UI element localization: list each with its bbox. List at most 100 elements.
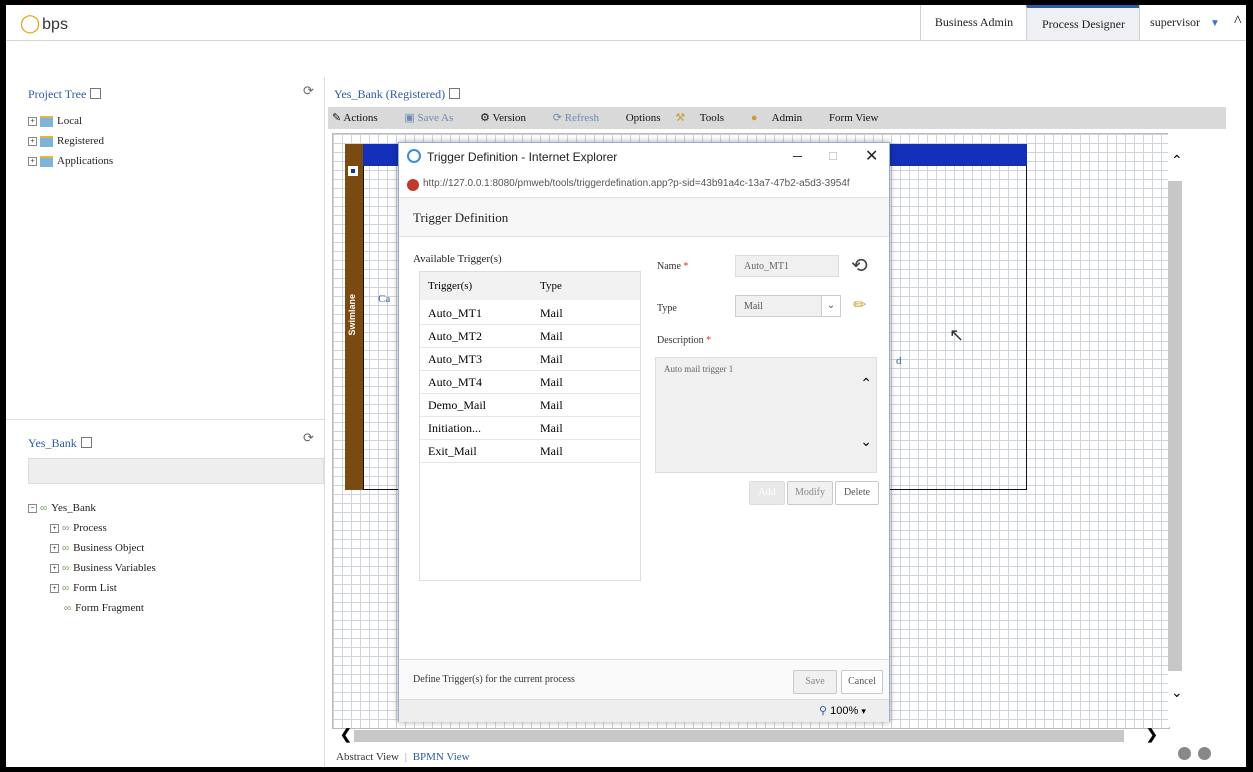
tab-process-designer[interactable]: Process Designer xyxy=(1026,5,1140,40)
close-icon[interactable]: ✕ xyxy=(865,146,878,166)
lane-toggle-icon[interactable] xyxy=(348,166,358,176)
tree-item-form-list[interactable]: + ∞ Form List xyxy=(50,578,156,598)
options-menu[interactable]: Options xyxy=(626,112,661,124)
tree-item-business-object[interactable]: + ∞ Business Object xyxy=(50,538,156,558)
type-select[interactable]: Mail ⌄ xyxy=(735,295,841,317)
expand-icon[interactable]: + xyxy=(50,523,59,533)
scroll-down-icon[interactable]: ⌄ xyxy=(1171,685,1183,702)
table-row[interactable]: Auto_MT3 Mail xyxy=(420,348,640,371)
tab-abstract-view[interactable]: Abstract View xyxy=(336,751,399,763)
refresh-button[interactable]: ⟳ Refresh xyxy=(553,112,611,124)
save-as-button[interactable]: ▣ Save As xyxy=(404,112,465,124)
tree-item-process[interactable]: + ∞ Process xyxy=(50,518,156,538)
swimlane-label: Swimlane xyxy=(347,294,357,336)
expand-icon[interactable]: + xyxy=(50,583,59,593)
tree-item-label: Process xyxy=(73,522,107,534)
user-menu[interactable]: supervisor ▼ xyxy=(1139,5,1230,40)
editor-header: Yes_Bank (Registered) xyxy=(328,79,1228,107)
column-header-trigger[interactable]: Trigger(s) xyxy=(428,272,472,300)
external-link-icon[interactable] xyxy=(90,88,102,99)
required-mark: * xyxy=(683,261,689,272)
external-link-icon[interactable] xyxy=(80,437,92,448)
name-label-text: Name xyxy=(657,261,681,272)
description-textarea[interactable]: Auto mail trigger 1 ⌃ ⌄ xyxy=(655,357,877,473)
table-row[interactable]: Exit_Mail Mail xyxy=(420,440,640,463)
table-row[interactable]: Demo_Mail Mail xyxy=(420,394,640,417)
column-header-type[interactable]: Type xyxy=(540,272,562,300)
scroll-up-icon[interactable]: ⌃ xyxy=(860,376,872,393)
scroll-left-icon[interactable]: ❮ xyxy=(340,727,352,744)
zoom-icon: ⚲ xyxy=(819,705,828,717)
tab-business-admin[interactable]: Business Admin xyxy=(920,5,1027,40)
zoom-value: 100% xyxy=(830,705,859,717)
refresh-icon[interactable]: ⟳ xyxy=(303,83,314,99)
tree-item-business-variables[interactable]: + ∞ Business Variables xyxy=(50,558,156,578)
yes-bank-search-bar[interactable] xyxy=(28,458,324,484)
form-view-button[interactable]: Form View xyxy=(829,112,879,124)
tree-item-applications[interactable]: + Applications xyxy=(28,151,113,171)
expand-icon[interactable]: + xyxy=(28,116,37,126)
tools-menu[interactable]: ⚒ Tools xyxy=(675,112,736,124)
zoom-control[interactable]: ⚲ 100% ▾ xyxy=(819,704,866,717)
canvas-horizontal-scrollbar[interactable]: ❮ ❯ xyxy=(332,727,1168,745)
admin-menu[interactable]: ● Admin xyxy=(751,112,814,124)
expand-icon[interactable]: + xyxy=(28,156,37,166)
tree-item-form-fragment[interactable]: ∞ Form Fragment xyxy=(50,598,156,618)
external-link-icon[interactable] xyxy=(449,88,461,99)
node-icon: ∞ xyxy=(40,503,48,514)
tree-item-registered[interactable]: + Registered xyxy=(28,131,113,151)
delete-button[interactable]: Delete xyxy=(835,481,879,505)
reset-icon[interactable]: ⟲ xyxy=(851,253,868,278)
description-value: Auto mail trigger 1 xyxy=(664,364,734,374)
actions-menu[interactable]: ✎ Actions xyxy=(332,112,390,124)
table-row[interactable]: Auto_MT2 Mail xyxy=(420,325,640,348)
trigger-name: Demo_Mail xyxy=(428,398,486,412)
swimlane-header[interactable]: Swimlane xyxy=(345,144,363,490)
vertical-scroll-thumb[interactable] xyxy=(1168,181,1182,671)
table-row[interactable]: Initiation... Mail xyxy=(420,417,640,440)
zoom-out-icon[interactable] xyxy=(1178,747,1191,760)
address-bar[interactable]: http://127.0.0.1:8080/pmweb/tools/trigge… xyxy=(399,173,889,198)
application-window: ◯ bps Business Admin Process Designer sup… xyxy=(6,5,1246,767)
edit-pencil-icon[interactable]: ✏ xyxy=(853,295,866,315)
ie-title-bar: Trigger Definition - Internet Explorer –… xyxy=(399,143,889,173)
tab-bpmn-view[interactable]: BPMN View xyxy=(413,751,470,763)
canvas-vertical-scrollbar[interactable]: ⌃ ⌄ xyxy=(1168,133,1186,727)
name-input[interactable]: Auto_MT1 xyxy=(735,255,839,277)
minimize-icon[interactable]: – xyxy=(793,145,802,166)
node-icon: ∞ xyxy=(62,563,70,574)
tree-root-yes-bank[interactable]: − ∞ Yes_Bank xyxy=(28,498,156,518)
add-button[interactable]: Add xyxy=(749,481,785,505)
scroll-up-icon[interactable]: ⌃ xyxy=(1171,153,1183,170)
table-row[interactable]: Auto_MT1 Mail xyxy=(420,302,640,325)
required-mark: * xyxy=(706,335,712,346)
tree-item-label: Form List xyxy=(73,582,117,594)
zoom-in-icon[interactable] xyxy=(1198,747,1211,760)
trigger-type: Mail xyxy=(540,421,563,435)
horizontal-scroll-thumb[interactable] xyxy=(354,730,1124,742)
expand-icon[interactable]: + xyxy=(28,136,37,146)
scroll-down-icon[interactable]: ⌄ xyxy=(860,434,872,451)
save-button[interactable]: Save xyxy=(793,670,837,694)
yes-bank-panel: Yes_Bank ⟳ − ∞ Yes_Bank + ∞ Process + ∞ Busine… xyxy=(6,419,325,767)
maximize-icon[interactable]: □ xyxy=(829,148,837,164)
scroll-right-icon[interactable]: ❯ xyxy=(1146,727,1158,744)
expand-icon[interactable]: + xyxy=(50,543,59,553)
cancel-button[interactable]: Cancel xyxy=(841,670,883,694)
ie-logo-icon xyxy=(407,149,421,163)
table-row[interactable]: Auto_MT4 Mail xyxy=(420,371,640,394)
chevron-up-icon[interactable]: ^ xyxy=(1234,13,1242,31)
project-tree-panel: Project Tree ⟳ + Local + Registered + Appli… xyxy=(6,77,325,419)
trigger-name: Auto_MT4 xyxy=(428,375,482,389)
expand-icon[interactable]: + xyxy=(50,563,59,573)
version-button[interactable]: ⚙ Version xyxy=(480,112,538,124)
collapse-icon[interactable]: − xyxy=(28,503,37,513)
modify-button[interactable]: Modify xyxy=(787,481,833,505)
trigger-type: Mail xyxy=(540,375,563,389)
chevron-down-icon[interactable]: ⌄ xyxy=(821,296,840,316)
trigger-name: Auto_MT1 xyxy=(428,306,482,320)
tree-item-label: Registered xyxy=(57,135,105,147)
tree-item-local[interactable]: + Local xyxy=(28,111,113,131)
refresh-icon[interactable]: ⟳ xyxy=(303,430,314,446)
editor-title: Yes_Bank (Registered) xyxy=(334,87,446,101)
